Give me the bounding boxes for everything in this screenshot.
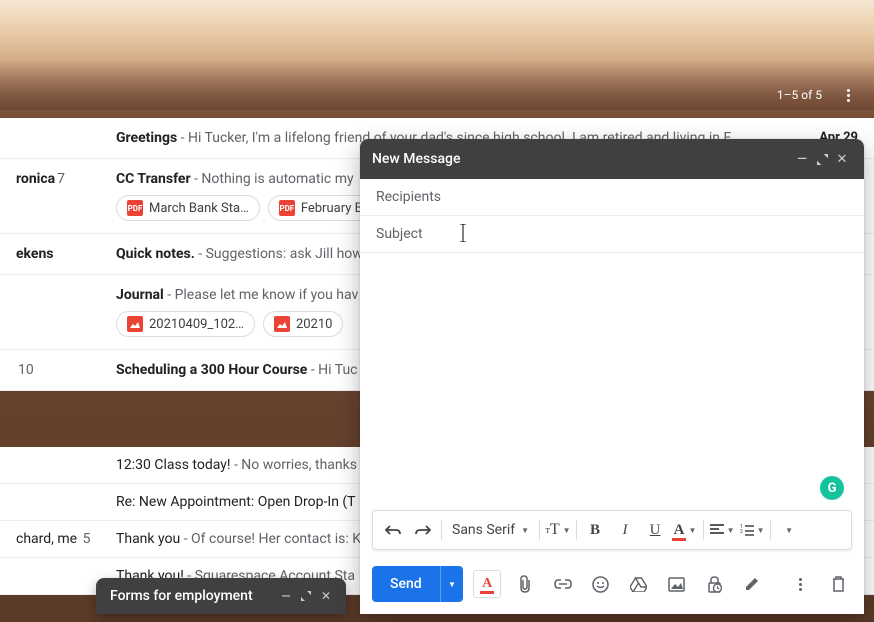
minimized-compose-window[interactable]: Forms for employment — ✕ [96,578,346,614]
more-options-button[interactable] [786,570,814,598]
preview: - No worries, thanks [230,457,357,473]
send-options-button[interactable]: ▼ [440,566,464,602]
chip-label: 20210409_102… [149,317,244,332]
chevron-down-icon: ▼ [521,526,529,535]
font-size-button[interactable]: тT▼ [544,516,572,544]
separator [703,520,704,540]
image-icon [274,316,290,332]
attachment-chip[interactable]: 20210409_102… [116,311,255,337]
recipients-field[interactable]: Recipients [360,179,864,216]
preview: - Suggestions: ask Jill how [195,246,363,262]
preview: - Please let me know if you hav [164,287,359,303]
svg-text:2: 2 [740,529,743,535]
compose-window: New Message — ✕ Recipients Subject G San… [360,139,864,614]
sender: 10 [16,362,116,378]
compose-action-row: Send ▼ A [360,558,864,614]
send-button-group: Send ▼ [372,566,463,602]
chip-label: March Bank Sta… [149,201,249,216]
subject: Greetings [116,130,177,146]
subject: 12:30 Class today! [116,457,230,473]
mail-header-bar: 1–5 of 5 [0,75,874,115]
font-family-label: Sans Serif [452,522,515,538]
preview: - Nothing is automatic my [191,171,354,187]
undo-button[interactable] [379,516,407,544]
subject: CC Transfer [116,171,191,187]
subject-placeholder: Subject [376,226,423,242]
list-button[interactable]: 12 ▼ [738,516,766,544]
pdf-icon: PDF [127,200,143,216]
redo-button[interactable] [409,516,437,544]
confidential-mode-button[interactable] [701,570,729,598]
more-formatting-button[interactable]: ▼ [775,516,803,544]
chevron-down-icon: ▼ [563,526,571,535]
compose-body[interactable]: G [360,253,864,510]
chevron-down-icon: ▼ [727,526,735,535]
subject: Journal [116,287,164,303]
close-icon[interactable]: ✕ [832,149,852,169]
italic-button[interactable]: I [611,516,639,544]
text-format-button[interactable]: A [473,570,501,598]
image-icon [127,316,143,332]
text-cursor-icon [458,224,468,242]
chevron-down-icon: ▼ [688,526,696,535]
subject: Re: New Appointment: Open Drop-In (T [116,494,356,510]
insert-photo-button[interactable] [663,570,691,598]
insert-signature-button[interactable] [738,570,766,598]
formatting-toolbar: Sans Serif ▼ тT▼ B I U A▼ ▼ 12 ▼ ▼ [372,510,852,550]
sender: ekens [16,246,116,262]
discard-draft-button[interactable] [824,570,852,598]
subject: Scheduling a 300 Hour Course [116,362,307,378]
close-icon[interactable]: ✕ [316,586,336,606]
subject: Thank you [116,531,180,547]
attachment-chip[interactable]: 20210 [263,311,344,337]
pagination-text: 1–5 of 5 [777,88,822,102]
fullscreen-icon[interactable] [812,149,832,169]
separator [441,520,442,540]
attach-file-button[interactable] [511,570,539,598]
minimize-icon[interactable]: — [276,586,296,606]
attachment-chip[interactable]: PDF March Bank Sta… [116,195,260,221]
subject: Quick notes. [116,246,195,262]
text-color-button[interactable]: A▼ [671,516,699,544]
pdf-icon: PDF [279,200,295,216]
separator [576,520,577,540]
align-button[interactable]: ▼ [708,516,736,544]
expand-icon[interactable] [296,586,316,606]
minimize-icon[interactable]: — [792,149,812,169]
minimized-compose-title: Forms for employment [110,588,276,604]
chevron-down-icon: ▼ [757,526,765,535]
send-button[interactable]: Send [372,566,440,602]
insert-link-button[interactable] [549,570,577,598]
insert-drive-button[interactable] [625,570,653,598]
separator [770,520,771,540]
underline-button[interactable]: U [641,516,669,544]
compose-title: New Message [372,151,792,167]
chip-label: 20210 [296,317,333,332]
bold-button[interactable]: B [581,516,609,544]
subject-field[interactable]: Subject [360,216,864,253]
font-family-select[interactable]: Sans Serif ▼ [446,522,535,538]
grammarly-icon[interactable]: G [820,476,844,500]
sender: chard, me 5 [16,531,116,547]
separator [539,520,540,540]
insert-emoji-button[interactable] [587,570,615,598]
preview: - Hi Tuc [307,362,357,378]
compose-header[interactable]: New Message — ✕ [360,139,864,179]
preview: - Of course! Her contact is: K [180,531,361,547]
more-options-icon[interactable] [840,87,856,103]
sender: ronica7 [16,171,116,187]
